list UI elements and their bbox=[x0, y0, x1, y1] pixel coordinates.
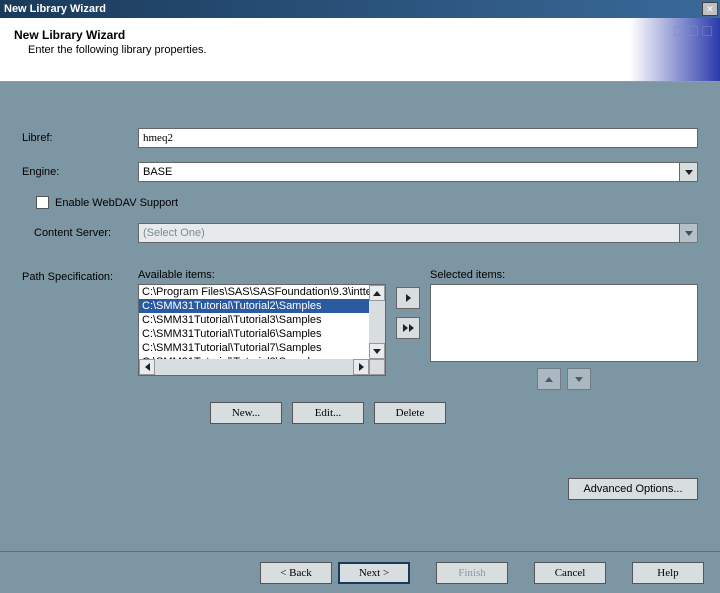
double-chevron-right-icon bbox=[403, 324, 414, 332]
available-list-inner: C:\Program Files\SAS\SASFoundation\9.3\i… bbox=[139, 285, 369, 359]
available-listbox[interactable]: C:\Program Files\SAS\SASFoundation\9.3\i… bbox=[138, 284, 386, 376]
move-down-button bbox=[567, 368, 591, 390]
chevron-left-icon bbox=[145, 363, 150, 371]
wizard-body: Libref: Engine: BASE Enable WebDAV Suppo… bbox=[0, 82, 720, 512]
path-lists: Available items: C:\Program Files\SAS\SA… bbox=[138, 269, 698, 390]
scroll-down-button[interactable] bbox=[369, 343, 385, 359]
selected-listbox[interactable] bbox=[430, 284, 698, 362]
window-title: New Library Wizard bbox=[4, 3, 106, 15]
advanced-row: Advanced Options... bbox=[22, 478, 698, 500]
available-column: Available items: C:\Program Files\SAS\SA… bbox=[138, 269, 386, 390]
content-server-value: (Select One) bbox=[138, 223, 680, 243]
list-item[interactable]: C:\SMM31Tutorial\Tutorial6\Samples bbox=[139, 327, 369, 341]
chevron-up-icon bbox=[373, 291, 381, 296]
wizard-subtitle: Enter the following library properties. bbox=[28, 44, 706, 56]
path-spec-label: Path Specification: bbox=[22, 269, 138, 283]
move-up-button bbox=[537, 368, 561, 390]
delete-button[interactable]: Delete bbox=[374, 402, 446, 424]
engine-row: Engine: BASE bbox=[22, 162, 698, 182]
webdav-checkbox[interactable] bbox=[36, 196, 49, 209]
title-bar: New Library Wizard ✕ bbox=[0, 0, 720, 18]
wizard-title: New Library Wizard bbox=[14, 28, 706, 42]
scroll-corner bbox=[369, 359, 385, 375]
finish-button: Finish bbox=[436, 562, 508, 584]
scroll-up-button[interactable] bbox=[369, 285, 385, 301]
content-server-dropdown-button bbox=[680, 223, 698, 243]
path-action-buttons: New... Edit... Delete bbox=[138, 402, 518, 424]
header-decoration bbox=[674, 26, 712, 36]
content-server-label: Content Server: bbox=[34, 227, 138, 239]
horizontal-scrollbar[interactable] bbox=[139, 359, 369, 375]
engine-dropdown-button[interactable] bbox=[680, 162, 698, 182]
chevron-down-icon bbox=[685, 231, 693, 236]
webdav-label: Enable WebDAV Support bbox=[55, 197, 178, 209]
libref-input[interactable] bbox=[138, 128, 698, 148]
wizard-footer: < Back Next > Finish Cancel Help bbox=[0, 551, 720, 593]
scroll-right-button[interactable] bbox=[353, 359, 369, 375]
content-server-row: Content Server: (Select One) bbox=[34, 223, 698, 243]
vertical-scrollbar[interactable] bbox=[369, 285, 385, 359]
webdav-row: Enable WebDAV Support bbox=[36, 196, 698, 209]
chevron-down-icon bbox=[685, 170, 693, 175]
libref-label: Libref: bbox=[22, 132, 138, 144]
cancel-button[interactable]: Cancel bbox=[534, 562, 606, 584]
selected-label: Selected items: bbox=[430, 269, 698, 281]
scroll-left-button[interactable] bbox=[139, 359, 155, 375]
new-button[interactable]: New... bbox=[210, 402, 282, 424]
chevron-down-icon bbox=[575, 377, 583, 382]
transfer-buttons bbox=[396, 269, 420, 390]
edit-button[interactable]: Edit... bbox=[292, 402, 364, 424]
reorder-buttons bbox=[430, 368, 698, 390]
close-button[interactable]: ✕ bbox=[702, 2, 718, 16]
advanced-options-button[interactable]: Advanced Options... bbox=[568, 478, 698, 500]
engine-select[interactable]: BASE bbox=[138, 162, 698, 182]
chevron-down-icon bbox=[373, 349, 381, 354]
scroll-track[interactable] bbox=[155, 359, 353, 375]
list-item[interactable]: C:\Program Files\SAS\SASFoundation\9.3\i… bbox=[139, 285, 369, 299]
move-right-button[interactable] bbox=[396, 287, 420, 309]
list-item[interactable]: C:\SMM31Tutorial\Tutorial7\Samples bbox=[139, 341, 369, 355]
scroll-track[interactable] bbox=[369, 301, 385, 343]
content-server-select: (Select One) bbox=[138, 223, 698, 243]
engine-value: BASE bbox=[138, 162, 680, 182]
move-all-right-button[interactable] bbox=[396, 317, 420, 339]
wizard-header: New Library Wizard Enter the following l… bbox=[0, 18, 720, 82]
selected-column: Selected items: bbox=[430, 269, 698, 390]
chevron-right-icon bbox=[406, 294, 411, 302]
help-button[interactable]: Help bbox=[632, 562, 704, 584]
engine-label: Engine: bbox=[22, 166, 138, 178]
list-item[interactable]: C:\SMM31Tutorial\Tutorial2\Samples bbox=[139, 299, 369, 313]
chevron-right-icon bbox=[359, 363, 364, 371]
libref-row: Libref: bbox=[22, 128, 698, 148]
path-spec-row: Path Specification: Available items: C:\… bbox=[22, 269, 698, 390]
list-item[interactable]: C:\SMM31Tutorial\Tutorial3\Samples bbox=[139, 313, 369, 327]
chevron-up-icon bbox=[545, 377, 553, 382]
back-button[interactable]: < Back bbox=[260, 562, 332, 584]
close-icon: ✕ bbox=[706, 4, 714, 15]
next-button[interactable]: Next > bbox=[338, 562, 410, 584]
available-label: Available items: bbox=[138, 269, 386, 281]
